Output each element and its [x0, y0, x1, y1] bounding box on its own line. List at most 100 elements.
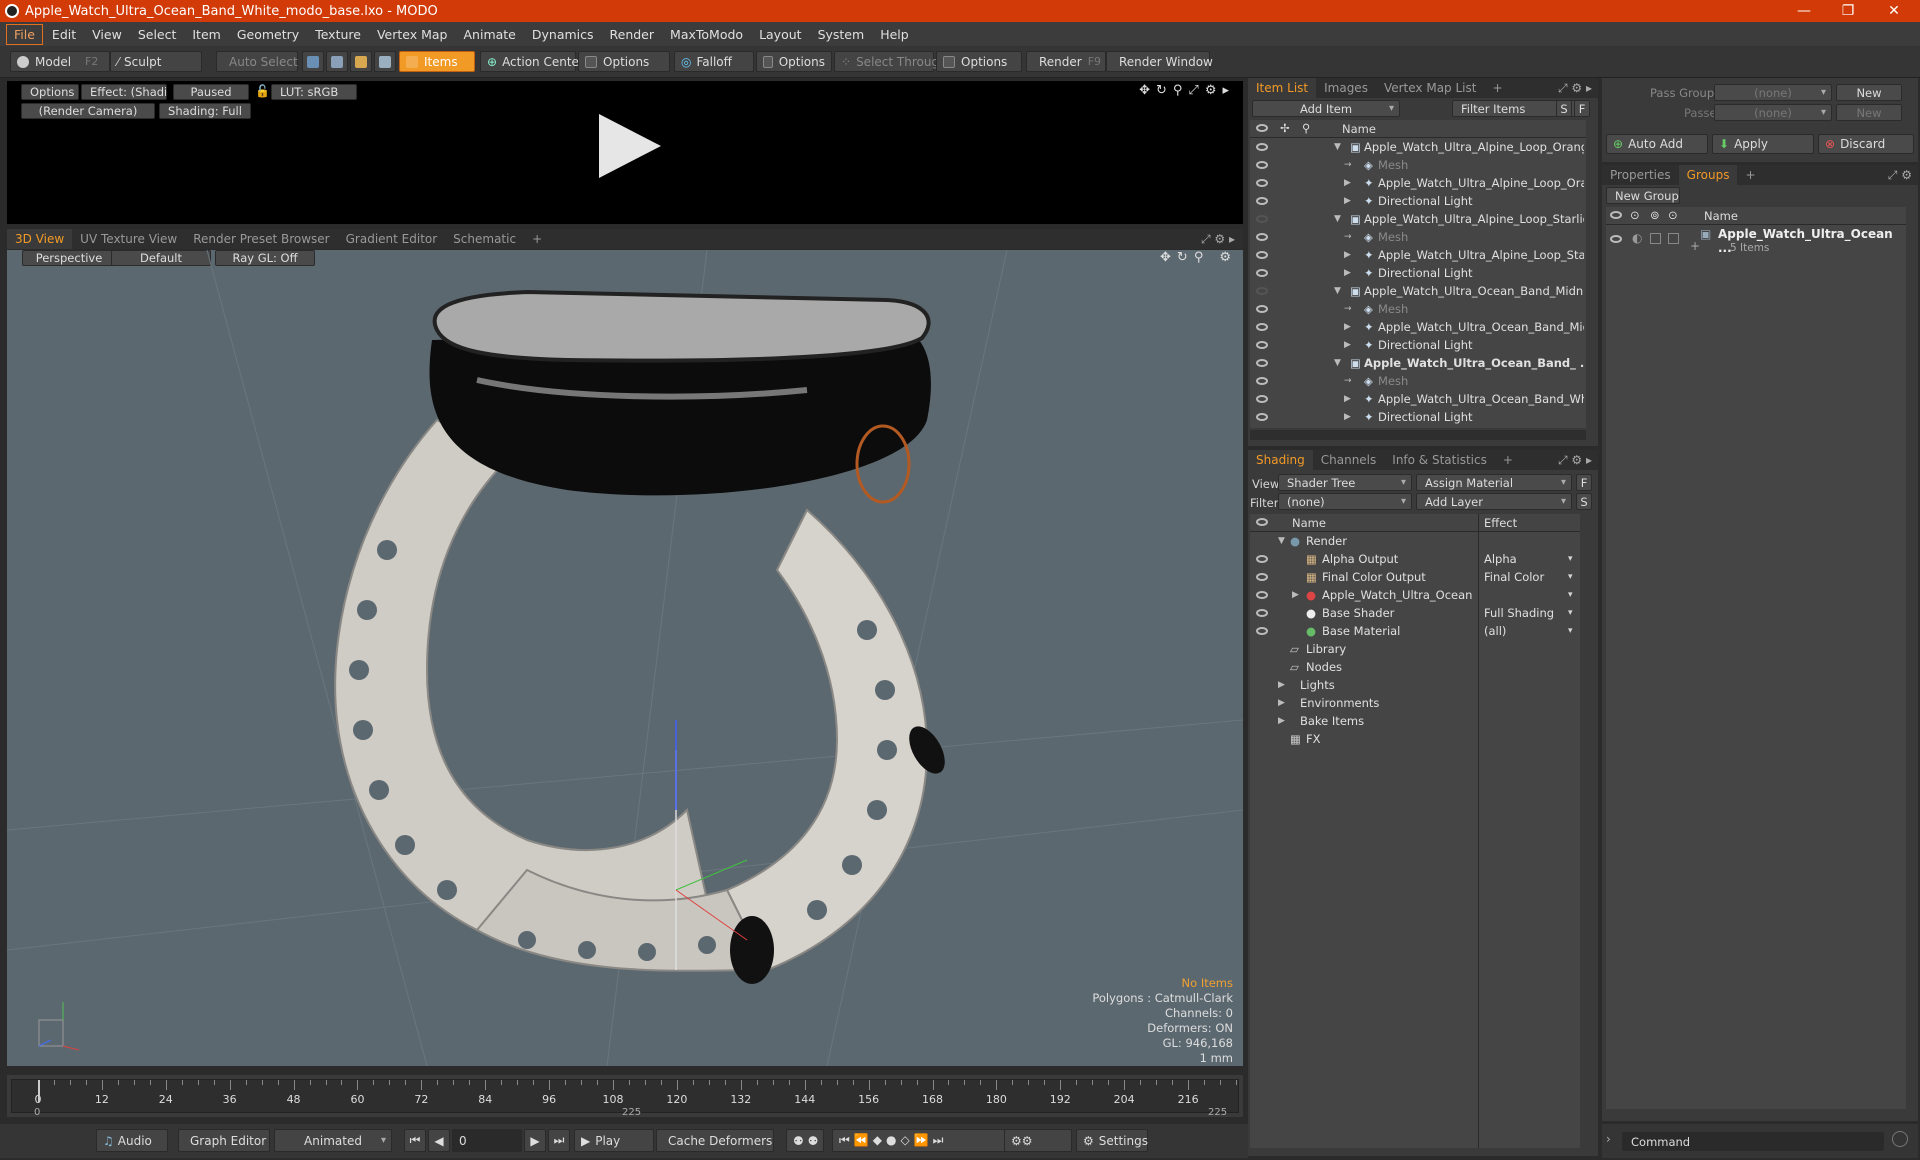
add-tab-icon[interactable]: +: [1484, 78, 1510, 98]
chevron-right-icon[interactable]: ▸: [1229, 232, 1235, 246]
visibility-icon[interactable]: [1256, 179, 1268, 187]
falloff-options-button[interactable]: Options: [756, 51, 832, 72]
current-frame-field[interactable]: 0: [452, 1129, 522, 1152]
preview-paused-toggle[interactable]: Paused: [173, 84, 249, 100]
collapse-icon[interactable]: ▼: [1334, 286, 1341, 296]
visibility-icon[interactable]: [1256, 251, 1268, 259]
maximize-icon[interactable]: ⤢: [1188, 83, 1198, 98]
menu-geometry[interactable]: Geometry: [230, 25, 306, 44]
shader-view-dropdown[interactable]: Shader Tree: [1278, 474, 1412, 491]
item-list-row[interactable]: ▶ ✦ Apple_Watch_Ultra_Ocean_Band_Whit ...: [1250, 390, 1586, 408]
shading-f-button[interactable]: F: [1576, 474, 1592, 491]
visibility-icon[interactable]: [1256, 341, 1268, 349]
gear-icon[interactable]: ⚙: [1205, 83, 1217, 98]
tab-schematic[interactable]: Schematic: [445, 229, 524, 249]
expand-icon[interactable]: ▶: [1344, 178, 1351, 188]
lut-dropdown[interactable]: LUT: sRGB: [271, 84, 357, 100]
preview-options-button[interactable]: Options: [21, 84, 79, 100]
passes-dropdown[interactable]: (none): [1714, 104, 1832, 121]
shader-tree-row[interactable]: ▦ FX: [1250, 730, 1580, 748]
skip-to-start-icon[interactable]: ⏮: [404, 1129, 426, 1152]
effect-dropdown[interactable]: (all): [1484, 624, 1576, 638]
menu-select[interactable]: Select: [131, 25, 184, 44]
shader-tree-row[interactable]: ▶ Environments: [1250, 694, 1580, 712]
shader-tree-row[interactable]: ▼ ● Render: [1250, 532, 1580, 550]
shader-tree-row[interactable]: ▱ Nodes: [1250, 658, 1580, 676]
action-center-button[interactable]: ⊕ Action Center: [480, 51, 584, 72]
item-list-row[interactable]: ▼ ▣Apple_Watch_Ultra_Ocean_Band_Midnigh..…: [1250, 282, 1586, 300]
visibility-icon[interactable]: [1256, 305, 1268, 313]
step-forward-icon[interactable]: ▶: [524, 1129, 546, 1152]
select-through-button[interactable]: ⁘ Select Through: [834, 51, 947, 72]
step-back-icon[interactable]: ◀: [428, 1129, 450, 1152]
group-name-column-header[interactable]: Name: [1704, 209, 1738, 223]
chevron-down-icon[interactable]: ▾: [1568, 554, 1573, 564]
lock-checkbox[interactable]: [1650, 233, 1661, 244]
expand-icon[interactable]: ▶: [1344, 268, 1351, 278]
auto-add-button[interactable]: ⊕ Auto Add: [1606, 134, 1708, 154]
visibility-icon[interactable]: [1256, 287, 1268, 295]
chevron-down-icon[interactable]: ▾: [1568, 572, 1573, 582]
zoom-icon[interactable]: ⚲: [1173, 83, 1183, 98]
tab-info-statistics[interactable]: Info & Statistics: [1384, 450, 1495, 470]
menu-system[interactable]: System: [811, 25, 872, 44]
falloff-button[interactable]: ◎ Falloff: [674, 51, 754, 72]
visibility-icon[interactable]: [1256, 377, 1268, 385]
polygons-mode-icon[interactable]: [350, 51, 372, 72]
expand-icon[interactable]: ▶: [1344, 322, 1351, 332]
visibility-icon[interactable]: [1256, 197, 1268, 205]
tab-uv-texture-view[interactable]: UV Texture View: [72, 229, 185, 249]
menu-view[interactable]: View: [85, 25, 129, 44]
expand-icon[interactable]: ▶: [1344, 196, 1351, 206]
chevron-down-icon[interactable]: ▾: [1568, 608, 1573, 618]
item-list-row[interactable]: → ◈ Mesh: [1250, 372, 1586, 390]
menu-maxtomodo[interactable]: MaxToModo: [663, 25, 750, 44]
cache-deformers-button[interactable]: Cache Deformers: [656, 1129, 774, 1152]
expand-icon[interactable]: ▶: [1344, 412, 1351, 422]
visibility-icon[interactable]: [1256, 215, 1268, 223]
3d-viewport[interactable]: Perspective Default Ray GL: Off ✥↻⚲⚙: [7, 250, 1243, 1066]
pass-groups-dropdown[interactable]: (none): [1714, 84, 1832, 101]
collapse-icon[interactable]: ▼: [1334, 358, 1341, 368]
assign-material-dropdown[interactable]: Assign Material: [1416, 474, 1572, 491]
command-history-icon[interactable]: [1892, 1131, 1908, 1147]
effect-column-header[interactable]: Effect: [1484, 516, 1517, 530]
tab-vertex-map-list[interactable]: Vertex Map List: [1376, 78, 1485, 98]
restore-icon[interactable]: ❐: [1826, 0, 1870, 22]
new-pass-group-button[interactable]: New: [1836, 84, 1902, 101]
expand-icon[interactable]: →: [1344, 304, 1352, 314]
tab-groups[interactable]: Groups: [1678, 165, 1738, 185]
visibility-icon[interactable]: [1256, 413, 1268, 421]
shading-filter-dropdown[interactable]: (none): [1278, 493, 1412, 510]
visibility-icon[interactable]: [1256, 323, 1268, 331]
effect-dropdown[interactable]: Full Shading: [1484, 606, 1576, 620]
chevron-right-icon[interactable]: ▸: [1586, 81, 1592, 95]
add-layer-dropdown[interactable]: Add Layer: [1416, 493, 1572, 510]
maximize-icon[interactable]: ⤢: [1888, 168, 1898, 182]
item-list-row[interactable]: ▶ ✦ Directional Light: [1250, 192, 1586, 210]
apply-button[interactable]: ⬇ Apply: [1712, 134, 1814, 154]
render-camera-dropdown[interactable]: (Render Camera): [21, 103, 155, 119]
visibility-icon[interactable]: [1256, 609, 1268, 617]
shader-tree-row[interactable]: ▶ ● Apple_Watch_Ultra_Ocean ... ▾: [1250, 586, 1580, 604]
lock-icon[interactable]: 🔓: [255, 84, 270, 98]
expand-icon[interactable]: ▶: [1278, 698, 1285, 708]
item-list-row[interactable]: ▼ ▣ Apple_Watch_Ultra_Alpine_Loop_Starligh…: [1250, 210, 1586, 228]
expand-icon[interactable]: +: [1690, 239, 1700, 253]
expand-icon[interactable]: ▶: [1344, 394, 1351, 404]
shader-tree-row[interactable]: ● Base Material (all) ▾: [1250, 622, 1580, 640]
materials-mode-icon[interactable]: [374, 51, 396, 72]
vertices-mode-icon[interactable]: [302, 51, 324, 72]
shading-dropdown[interactable]: Shading: Full: [159, 103, 251, 119]
item-list-row[interactable]: → ◈ Mesh: [1250, 156, 1586, 174]
graph-editor-button[interactable]: Graph Editor: [178, 1129, 270, 1152]
visibility-icon[interactable]: [1256, 555, 1268, 563]
item-list-row[interactable]: ▶ ✦ Apple_Watch_Ultra_Ocean_Band_Midni...: [1250, 318, 1586, 336]
item-list-row[interactable]: ▶ ✦ Directional Light: [1250, 264, 1586, 282]
expand-icon[interactable]: ▶: [1292, 590, 1299, 600]
chevron-right-icon[interactable]: ▸: [1222, 83, 1229, 98]
close-icon[interactable]: ✕: [1872, 0, 1916, 22]
group-row[interactable]: ◐ + ▣ Apple_Watch_Ultra_Ocean ... 5 Item…: [1606, 227, 1906, 257]
gear-icon[interactable]: ⚙: [1571, 453, 1582, 467]
effect-dropdown[interactable]: Final Color: [1484, 570, 1576, 584]
